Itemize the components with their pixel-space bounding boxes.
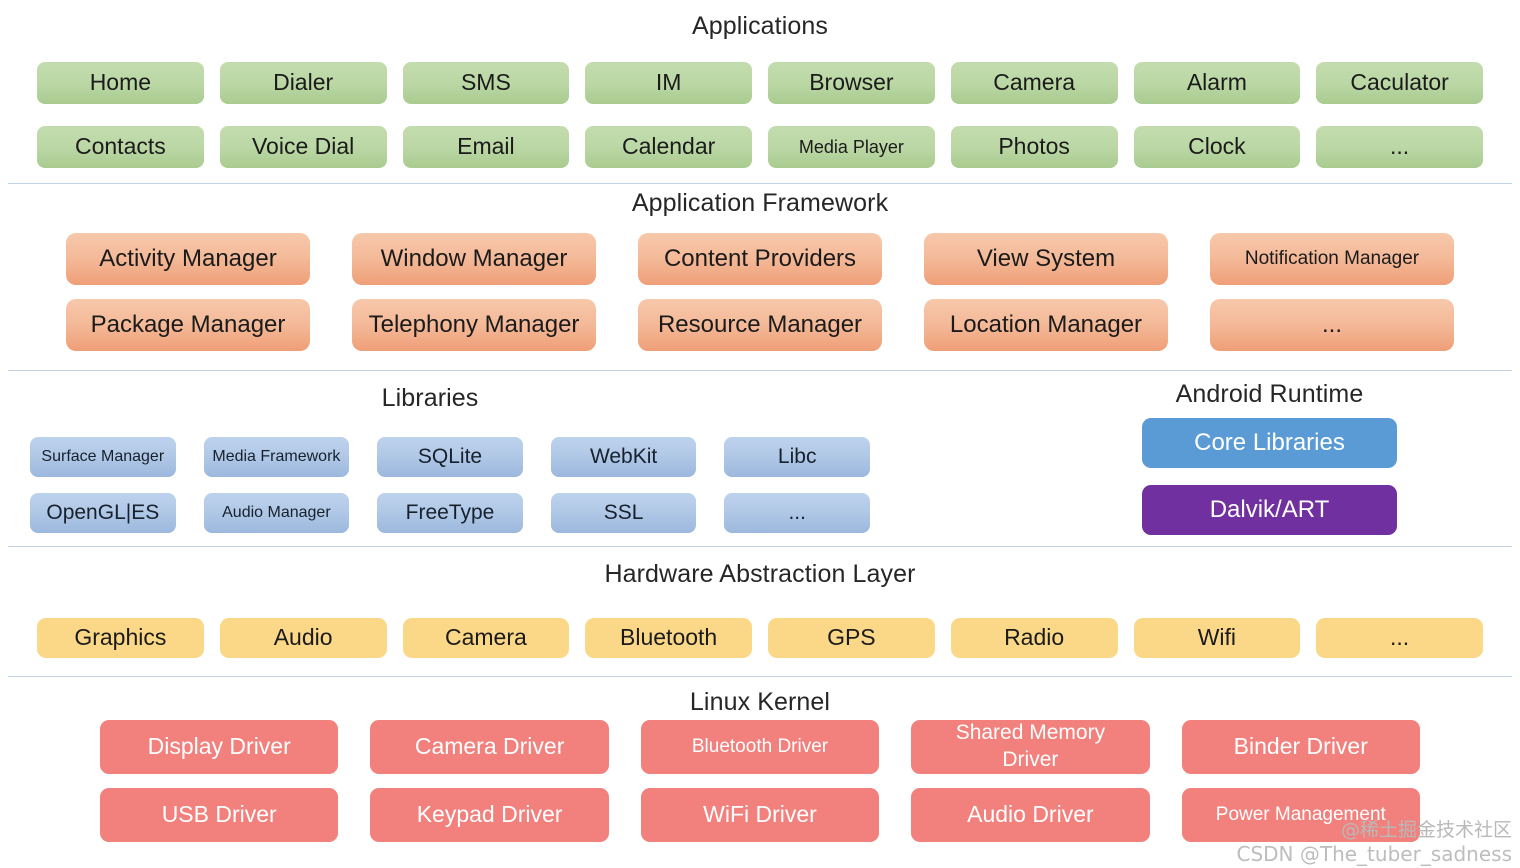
- app-box-more[interactable]: ...: [1316, 126, 1483, 168]
- fw-box-content-providers[interactable]: Content Providers: [638, 233, 882, 285]
- hal-box-radio[interactable]: Radio: [950, 618, 1118, 658]
- layer-title-android-runtime: Android Runtime: [1175, 380, 1364, 408]
- divider-applications-framework: [8, 183, 1512, 184]
- app-box-im[interactable]: IM: [585, 62, 752, 104]
- hal-box-audio[interactable]: Audio: [219, 618, 387, 658]
- app-box-alarm[interactable]: Alarm: [1133, 62, 1301, 104]
- hal-box-camera[interactable]: Camera: [402, 618, 570, 658]
- app-box-sms[interactable]: SMS: [402, 62, 570, 104]
- divider-libraries-hal: [8, 546, 1512, 547]
- fw-box-view-system[interactable]: View System: [924, 233, 1168, 285]
- runtime-box-core-libraries[interactable]: Core Libraries: [1142, 418, 1397, 468]
- fw-box-window-manager[interactable]: Window Manager: [352, 233, 596, 285]
- watermark-csdn: CSDN @The_tuber_sadness: [1236, 842, 1512, 866]
- kernel-box-keypad-driver[interactable]: Keypad Driver: [370, 788, 609, 842]
- layer-title-libraries: Libraries: [381, 384, 479, 412]
- hal-box-graphics[interactable]: Graphics: [37, 618, 204, 658]
- hal-box-more[interactable]: ...: [1316, 618, 1483, 658]
- hal-box-wifi[interactable]: Wifi: [1133, 618, 1301, 658]
- app-box-caculator[interactable]: Caculator: [1316, 62, 1483, 104]
- fw-box-notification-manager[interactable]: Notification Manager: [1210, 233, 1454, 285]
- lib-box-libc[interactable]: Libc: [724, 437, 870, 477]
- kernel-box-camera-driver[interactable]: Camera Driver: [370, 720, 609, 774]
- lib-box-surface-manager[interactable]: Surface Manager: [30, 437, 176, 477]
- android-runtime-dalvik-art-wrap: Dalvik/ART: [1142, 485, 1397, 535]
- divider-framework-libraries: [8, 370, 1512, 371]
- kernel-row-2: USB Driver Keypad Driver WiFi Driver Aud…: [0, 788, 1520, 842]
- layer-title-kernel: Linux Kernel: [689, 688, 831, 716]
- lib-box-media-framework[interactable]: Media Framework: [203, 437, 350, 477]
- runtime-box-dalvik-art[interactable]: Dalvik/ART: [1142, 485, 1397, 535]
- android-architecture-diagram: Applications Home Dialer SMS IM Browser …: [0, 0, 1520, 868]
- layer-title-applications: Applications: [691, 12, 828, 40]
- app-box-dialer[interactable]: Dialer: [219, 62, 387, 104]
- app-box-browser[interactable]: Browser: [768, 62, 935, 104]
- lib-box-sqlite[interactable]: SQLite: [377, 437, 523, 477]
- lib-box-webkit[interactable]: WebKit: [550, 437, 697, 477]
- fw-box-location-manager[interactable]: Location Manager: [924, 299, 1168, 351]
- app-box-camera[interactable]: Camera: [950, 62, 1118, 104]
- layer-title-framework: Application Framework: [631, 189, 889, 217]
- layer-framework: Application Framework: [0, 191, 1520, 216]
- fw-box-activity-manager[interactable]: Activity Manager: [66, 233, 310, 285]
- app-box-clock[interactable]: Clock: [1133, 126, 1301, 168]
- app-box-calendar[interactable]: Calendar: [585, 126, 752, 168]
- kernel-box-power-management[interactable]: Power Management: [1181, 788, 1420, 842]
- fw-box-more[interactable]: ...: [1210, 299, 1454, 351]
- applications-row-1: Home Dialer SMS IM Browser Camera Alarm …: [0, 62, 1520, 104]
- hal-row-1: Graphics Audio Camera Bluetooth GPS Radi…: [0, 618, 1520, 658]
- framework-row-2: Package Manager Telephony Manager Resour…: [0, 299, 1520, 351]
- layer-title-hal: Hardware Abstraction Layer: [604, 560, 916, 588]
- hal-box-bluetooth[interactable]: Bluetooth: [585, 618, 752, 658]
- kernel-row-1: Display Driver Camera Driver Bluetooth D…: [0, 720, 1520, 774]
- fw-box-package-manager[interactable]: Package Manager: [66, 299, 310, 351]
- lib-box-freetype[interactable]: FreeType: [377, 493, 523, 533]
- app-box-voice-dial[interactable]: Voice Dial: [219, 126, 387, 168]
- android-runtime-core-libraries-wrap: Core Libraries: [1142, 418, 1397, 468]
- lib-box-ssl[interactable]: SSL: [550, 493, 697, 533]
- layer-kernel: Linux Kernel: [0, 690, 1520, 715]
- fw-box-resource-manager[interactable]: Resource Manager: [638, 299, 882, 351]
- layer-runtime-title-wrap: Android Runtime: [1142, 382, 1397, 407]
- app-box-email[interactable]: Email: [402, 126, 570, 168]
- app-box-media-player[interactable]: Media Player: [768, 126, 935, 168]
- kernel-box-binder-driver[interactable]: Binder Driver: [1181, 720, 1420, 774]
- kernel-box-wifi-driver[interactable]: WiFi Driver: [640, 788, 880, 842]
- lib-box-more[interactable]: ...: [724, 493, 870, 533]
- layer-applications: Applications: [0, 14, 1520, 39]
- layer-hal: Hardware Abstraction Layer: [0, 562, 1520, 587]
- lib-box-opengl-es[interactable]: OpenGL|ES: [30, 493, 176, 533]
- framework-row-1: Activity Manager Window Manager Content …: [0, 233, 1520, 285]
- fw-box-telephony-manager[interactable]: Telephony Manager: [352, 299, 596, 351]
- applications-row-2: Contacts Voice Dial Email Calendar Media…: [0, 126, 1520, 168]
- kernel-box-usb-driver[interactable]: USB Driver: [100, 788, 339, 842]
- kernel-box-display-driver[interactable]: Display Driver: [100, 720, 339, 774]
- app-box-photos[interactable]: Photos: [950, 126, 1118, 168]
- lib-box-audio-manager[interactable]: Audio Manager: [203, 493, 350, 533]
- kernel-box-audio-driver[interactable]: Audio Driver: [911, 788, 1150, 842]
- kernel-box-bluetooth-driver[interactable]: Bluetooth Driver: [640, 720, 880, 774]
- kernel-box-shared-memory-driver[interactable]: Shared Memory Driver: [911, 720, 1150, 774]
- app-box-home[interactable]: Home: [37, 62, 204, 104]
- libraries-row-1: Surface Manager Media Framework SQLite W…: [0, 437, 900, 477]
- app-box-contacts[interactable]: Contacts: [37, 126, 204, 168]
- divider-hal-kernel: [8, 676, 1512, 677]
- libraries-row-2: OpenGL|ES Audio Manager FreeType SSL ...: [0, 493, 900, 533]
- hal-box-gps[interactable]: GPS: [768, 618, 935, 658]
